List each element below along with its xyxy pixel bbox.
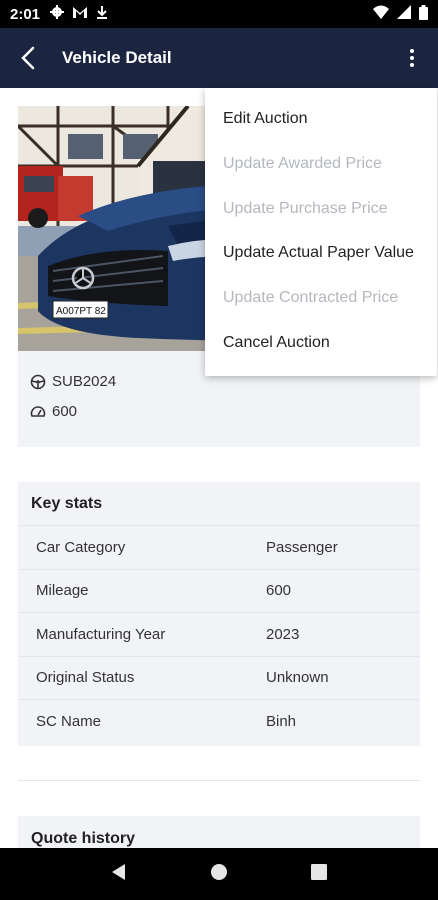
- stat-label: Mileage: [36, 582, 89, 600]
- menu-item-cancel-auction[interactable]: Cancel Auction: [205, 320, 437, 365]
- status-time: 2:01: [10, 5, 41, 23]
- nav-back-icon: [112, 863, 126, 880]
- stat-label: Manufacturing Year: [36, 625, 166, 643]
- wifi-icon: [373, 5, 389, 23]
- stat-label: SC Name: [36, 713, 102, 731]
- vehicle-mileage-row: 600: [30, 403, 77, 420]
- app-bar: Vehicle Detail: [0, 28, 438, 88]
- stat-row: Car Category Passenger: [18, 526, 420, 570]
- status-bar: 2:01: [0, 0, 438, 28]
- menu-item-update-contracted-price[interactable]: Update Contracted Price: [205, 276, 437, 321]
- download-icon: [96, 5, 108, 23]
- more-options-button[interactable]: [400, 46, 424, 70]
- vehicle-mileage: 600: [52, 403, 78, 420]
- more-vert-icon: [410, 49, 414, 67]
- stat-row: Manufacturing Year 2023: [18, 613, 420, 657]
- vehicle-plate: SUB2024: [52, 373, 117, 390]
- overflow-menu: Edit Auction Update Awarded Price Update…: [205, 88, 437, 376]
- gmail-icon: [72, 6, 88, 23]
- system-nav-bar: [0, 848, 438, 900]
- nav-recents-icon: [310, 863, 327, 880]
- signal-icon: [397, 5, 411, 23]
- key-stats-title: Key stats: [18, 482, 420, 526]
- stat-value: Passenger: [266, 538, 338, 556]
- vehicle-plate-row: SUB2024: [30, 373, 116, 390]
- stat-value: Binh: [266, 713, 297, 731]
- menu-item-edit-auction[interactable]: Edit Auction: [205, 97, 437, 142]
- stat-value: 2023: [266, 625, 300, 643]
- stat-label: Original Status: [36, 669, 135, 687]
- key-stats-card: Key stats Car Category Passenger Mileage…: [18, 482, 420, 746]
- section-divider: [18, 780, 420, 781]
- back-button[interactable]: [0, 28, 56, 88]
- nav-home-icon: [210, 863, 227, 880]
- nav-home-button[interactable]: [210, 863, 228, 886]
- menu-item-update-awarded-price[interactable]: Update Awarded Price: [205, 142, 437, 187]
- quote-history-title: Quote history: [31, 830, 136, 847]
- nav-back-button[interactable]: [111, 863, 127, 886]
- stat-row: Original Status Unknown: [18, 657, 420, 700]
- steering-wheel-icon: [30, 374, 46, 390]
- stat-row: Mileage 600: [18, 570, 420, 613]
- page-title: Vehicle Detail: [62, 48, 172, 67]
- speedometer-icon: [30, 404, 46, 420]
- menu-item-update-purchase-price[interactable]: Update Purchase Price: [205, 186, 437, 231]
- stat-value: 600: [266, 582, 292, 600]
- nav-recents-button[interactable]: [310, 863, 327, 885]
- quote-history-card: Quote history: [18, 816, 420, 848]
- photo-plate-text: A007PT 82: [56, 306, 106, 317]
- stat-value: Unknown: [266, 669, 329, 687]
- settings-icon: [50, 5, 65, 23]
- back-arrow-icon: [21, 46, 35, 70]
- battery-icon: [419, 4, 428, 24]
- stat-label: Car Category: [36, 538, 126, 556]
- menu-item-update-actual-paper-value[interactable]: Update Actual Paper Value: [205, 231, 437, 276]
- stat-row: SC Name Binh: [18, 700, 420, 744]
